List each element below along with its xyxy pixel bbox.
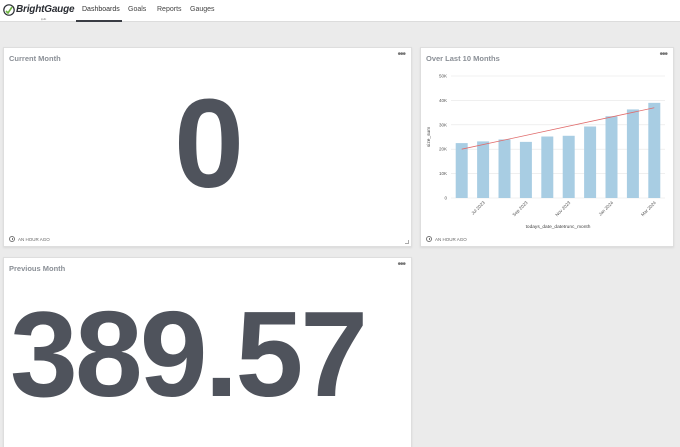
bar [605, 116, 618, 198]
y-tick-label: 40K [439, 98, 447, 103]
x-tick-label: Nov 2023 [554, 200, 572, 218]
nav-active-indicator [76, 20, 122, 22]
gauge-card-previous-month[interactable]: Previous Month ••• 389.57 [3, 257, 412, 447]
card-footer: AN HOUR AGO [9, 236, 50, 242]
brightgauge-logo-icon [3, 4, 15, 16]
x-tick-label: Sep 2023 [511, 200, 529, 218]
bar [498, 139, 511, 198]
nav-dashboards[interactable]: Dashboards [82, 6, 120, 13]
nav-goals[interactable]: Goals [128, 6, 146, 13]
trend-line [461, 107, 655, 150]
nav-gauges[interactable]: Gauges [190, 6, 215, 13]
y-tick-label: 50K [439, 74, 447, 79]
last-updated: AN HOUR AGO [18, 236, 50, 242]
bar [562, 135, 575, 198]
x-tick-label: Mar 2024 [640, 200, 657, 217]
bar [455, 143, 468, 198]
y-tick-label: 30K [439, 122, 447, 127]
gauge-card-last-10-months[interactable]: Over Last 10 Months ••• 0 10K 20K 30K 40K 50K… [420, 47, 674, 247]
bar [541, 136, 554, 198]
card-menu-icon[interactable]: ••• [659, 50, 667, 60]
nav-reports[interactable]: Reports [157, 6, 182, 13]
card-title: Over Last 10 Months [426, 54, 500, 63]
brand-tagline: ip&t [41, 17, 47, 21]
x-tick-label: Jul 2023 [470, 200, 486, 216]
bar [584, 126, 597, 198]
x-tick-label: Jan 2024 [598, 200, 615, 217]
card-menu-icon[interactable]: ••• [397, 260, 405, 270]
y-tick-label: 0 [444, 196, 447, 201]
brand-name: BrightGauge [16, 4, 75, 15]
card-footer: AN HOUR AGO [426, 236, 467, 242]
y-axis-label: size_sum [426, 127, 432, 147]
clock-icon [9, 236, 15, 242]
bar [519, 141, 532, 198]
bar [477, 141, 490, 198]
card-title: Previous Month [9, 264, 66, 273]
kpi-value: 0 [173, 73, 244, 214]
x-axis-label: todays_date_datetrunc_month [526, 224, 591, 230]
y-tick-label: 20K [439, 147, 447, 152]
card-menu-icon[interactable]: ••• [397, 50, 405, 60]
bar [648, 102, 661, 198]
bar-chart: 0 10K 20K 30K 40K 50K Jul 2023 Sep 2023 Nov 2023… [426, 74, 665, 230]
y-tick-label: 10K [439, 171, 447, 176]
last-updated: AN HOUR AGO [435, 236, 467, 242]
resize-handle-icon[interactable] [405, 240, 409, 244]
top-nav: BrightGauge ip&t Dashboards Goals Report… [0, 0, 680, 22]
gauge-card-current-month[interactable]: Current Month ••• 0 AN HOUR AGO [3, 47, 412, 247]
card-title: Current Month [9, 54, 61, 63]
clock-icon [426, 236, 432, 242]
brand-logo[interactable]: BrightGauge ip&t [3, 3, 75, 21]
kpi-value: 389.57 [10, 286, 368, 422]
bar [626, 109, 639, 198]
